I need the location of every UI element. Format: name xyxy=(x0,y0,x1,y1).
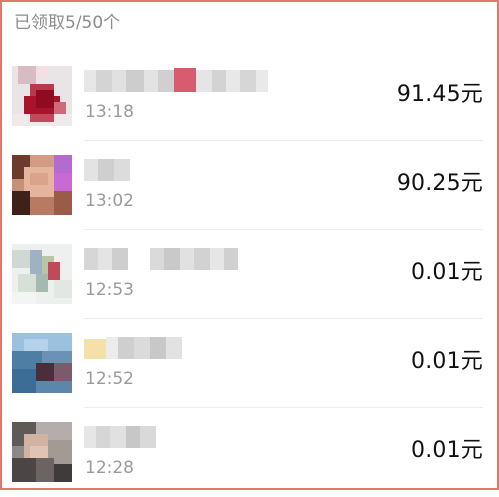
avatar xyxy=(12,244,72,304)
pixelated-avatar-icon xyxy=(12,66,72,126)
redacted-nickname xyxy=(84,68,269,94)
claim-record-panel: 已领取5/50个 13:18 91.45元 13:02 90.25元 12:53… xyxy=(0,0,499,490)
avatar xyxy=(12,66,72,126)
avatar xyxy=(12,422,72,482)
pixelated-avatar-icon xyxy=(12,422,72,482)
pixelated-avatar-icon xyxy=(12,155,72,215)
claim-time: 12:52 xyxy=(85,369,134,389)
claim-time: 12:28 xyxy=(85,458,134,478)
claim-record-row[interactable]: 12:53 0.01元 xyxy=(2,230,497,319)
claimed-count-label: 已领取5/50个 xyxy=(14,13,121,33)
claim-record-row[interactable]: 13:02 90.25元 xyxy=(2,141,497,230)
claim-amount: 0.01元 xyxy=(411,349,483,374)
avatar xyxy=(12,155,72,215)
claim-time: 13:02 xyxy=(85,191,134,211)
pixelated-avatar-icon xyxy=(12,244,72,304)
claim-record-list: 13:18 91.45元 13:02 90.25元 12:53 0.01元 12… xyxy=(2,52,497,497)
claim-amount: 0.01元 xyxy=(411,260,483,285)
redacted-nickname xyxy=(84,157,134,183)
claim-record-row[interactable]: 13:18 91.45元 xyxy=(2,52,497,141)
claim-record-row[interactable]: 12:28 0.01元 xyxy=(2,408,497,497)
claim-record-row[interactable]: 12:52 0.01元 xyxy=(2,319,497,408)
redacted-nickname xyxy=(84,335,194,361)
claim-amount: 90.25元 xyxy=(396,171,483,196)
pixelated-avatar-icon xyxy=(12,333,72,393)
claim-time: 12:53 xyxy=(85,280,134,300)
redacted-nickname xyxy=(84,424,164,450)
avatar xyxy=(12,333,72,393)
redacted-nickname xyxy=(84,246,239,272)
claim-amount: 0.01元 xyxy=(411,438,483,463)
claim-time: 13:18 xyxy=(85,102,134,122)
claim-amount: 91.45元 xyxy=(396,82,483,107)
